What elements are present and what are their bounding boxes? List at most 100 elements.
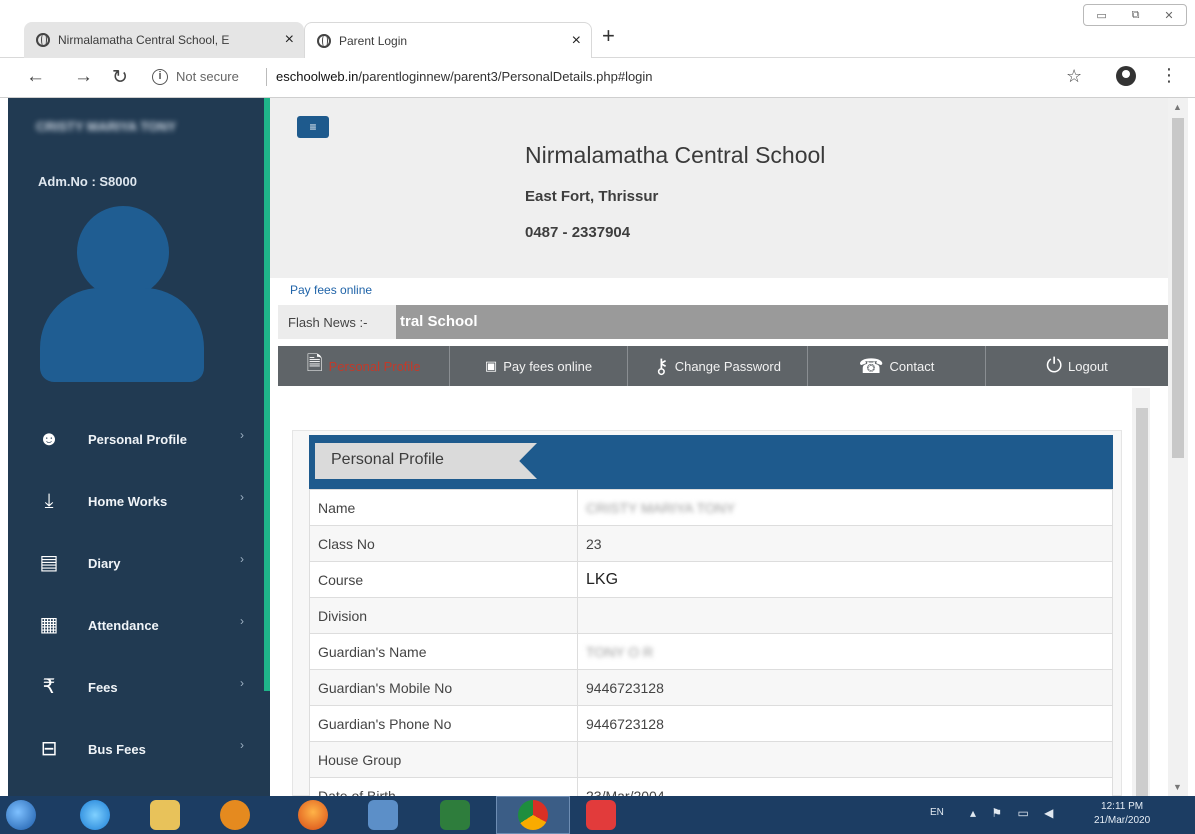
inner-scrollbar[interactable]	[1132, 388, 1150, 796]
inner-scrollbar-thumb[interactable]	[1136, 408, 1148, 796]
school-address: East Fort, Thrissur	[525, 188, 659, 205]
url-path: /parentloginnew/parent3/PersonalDetails.…	[358, 69, 653, 84]
internet-explorer-icon[interactable]	[80, 800, 110, 830]
address-bar: ← → ↻ i Not secure eschoolweb.in/parentl…	[0, 58, 1195, 98]
clock-date: 21/Mar/2020	[1094, 815, 1151, 826]
nav-label: Logout	[1068, 358, 1108, 374]
url-separator	[266, 68, 267, 86]
forward-arrow-icon[interactable]: →	[74, 66, 93, 88]
back-arrow-icon[interactable]: ←	[26, 66, 45, 88]
media-player-icon[interactable]	[220, 800, 250, 830]
top-navbar: 🗎 Personal Profile ▣ Pay fees online ⚷ C…	[278, 346, 1168, 386]
windows-taskbar: EN ▴ ⚑ ▭ ◀ 12:11 PM 21/Mar/2020	[0, 796, 1195, 834]
menu-toggle-button[interactable]: ≡	[297, 116, 329, 138]
page-scrollbar-thumb[interactable]	[1172, 118, 1184, 458]
rupee-icon: ₹	[42, 676, 56, 698]
pay-fees-online-link[interactable]: Pay fees online	[290, 283, 372, 297]
system-tray: EN ▴ ⚑ ▭ ◀	[920, 796, 1195, 834]
bookmark-star-icon[interactable]: ☆	[1066, 66, 1082, 87]
screen: Nirmalamatha Central School, E × Parent …	[0, 0, 1195, 834]
table-row: Guardian's Mobile No 9446723128	[309, 669, 1113, 706]
page-scrollbar[interactable]: ▲ ▼	[1168, 98, 1188, 796]
field-value: TONY O R	[577, 633, 1113, 670]
taskbar-clock[interactable]: 12:11 PM 21/Mar/2020	[1094, 800, 1150, 828]
field-label: Division	[309, 597, 578, 634]
sidebar-item-bus-fees[interactable]: ⊟ Bus Fees ›	[8, 726, 264, 782]
tab-school-site[interactable]: Nirmalamatha Central School, E ×	[24, 22, 304, 58]
start-icon[interactable]	[6, 800, 36, 830]
sidebar-item-diary[interactable]: ▤ Diary ›	[8, 540, 264, 596]
table-row: Guardian's Name TONY O R	[309, 633, 1113, 670]
nav-pay-fees-online[interactable]: ▣ Pay fees online	[450, 346, 628, 386]
avatar-body	[40, 288, 204, 382]
sidebar-item-personal-profile[interactable]: ☻ Personal Profile ›	[8, 416, 264, 472]
kebab-menu-icon[interactable]: ⋮	[1160, 65, 1178, 86]
nav-personal-profile[interactable]: 🗎 Personal Profile	[278, 346, 450, 386]
field-label: Course	[309, 561, 578, 598]
url-field[interactable]: eschoolweb.in/parentloginnew/parent3/Per…	[276, 69, 653, 84]
flash-news-label: Flash News :-	[278, 305, 396, 339]
nav-contact[interactable]: ☎ Contact	[808, 346, 986, 386]
field-value-text: LKG	[586, 570, 619, 588]
table-row: Course LKG	[309, 561, 1113, 598]
bus-icon: ⊟	[40, 738, 58, 760]
profile-table: Name CRISTY MARIYA TONY Class No 23 Course LK…	[309, 489, 1113, 814]
key-icon: ⚷	[654, 355, 669, 378]
nav-logout[interactable]: ⏻ Logout	[986, 346, 1168, 386]
info-icon[interactable]: i	[152, 69, 168, 85]
field-label: Guardian's Phone No	[309, 705, 578, 742]
maximize-button[interactable]: ⧉	[1132, 9, 1140, 22]
tab-title: Nirmalamatha Central School, E	[58, 33, 230, 47]
school-name: Nirmalamatha Central School	[525, 142, 826, 168]
minimize-button[interactable]: ▭	[1096, 9, 1106, 22]
scroll-down-icon[interactable]: ▼	[1173, 782, 1182, 792]
nav-change-password[interactable]: ⚷ Change Password	[628, 346, 808, 386]
main-content: ≡ Nirmalamatha Central School East Fort,…	[270, 98, 1168, 814]
anydesk-icon[interactable]	[586, 800, 616, 830]
phone-icon: ☎	[858, 355, 884, 378]
tab-parent-login[interactable]: Parent Login ×	[304, 22, 592, 58]
avatar-head	[77, 206, 169, 298]
file-explorer-icon[interactable]	[150, 800, 180, 830]
sidebar-item-label: Home Works	[88, 494, 168, 509]
sidebar-item-label: Personal Profile	[88, 432, 187, 447]
field-value: LKG	[577, 561, 1113, 598]
calendar-icon: ▦	[39, 614, 59, 636]
tab-title: Parent Login	[339, 33, 408, 48]
close-tab-icon[interactable]: ×	[285, 31, 294, 49]
close-window-button[interactable]: ✕	[1164, 9, 1173, 22]
sidebar-item-label: Diary	[88, 556, 121, 571]
table-row: Class No 23	[309, 525, 1113, 562]
sidebar-item-attendance[interactable]: ▦ Attendance ›	[8, 602, 264, 658]
table-row: House Group	[309, 741, 1113, 778]
field-value: 9446723128	[577, 669, 1113, 706]
scroll-up-icon[interactable]: ▲	[1173, 102, 1182, 112]
sidebar-item-label: Bus Fees	[88, 742, 146, 757]
field-value	[577, 741, 1113, 778]
notes-icon[interactable]	[368, 800, 398, 830]
personal-profile-card: Personal Profile Name CRISTY MARIYA TONY C…	[292, 430, 1122, 814]
sidebar-item-home-works[interactable]: ⤓ Home Works ›	[8, 478, 264, 534]
sidebar-item-fees[interactable]: ₹ Fees ›	[8, 664, 264, 720]
flash-news-bar: Flash News :- tral School	[278, 305, 1168, 339]
firefox-icon[interactable]	[298, 800, 328, 830]
admission-number: Adm.No : S8000	[38, 174, 137, 189]
field-value-text: TONY O R	[586, 643, 654, 660]
student-name: CRISTY MARIYA TONY	[36, 119, 177, 134]
field-label: Class No	[309, 525, 578, 562]
card-icon: ▣	[484, 358, 498, 373]
table-row: Name CRISTY MARIYA TONY	[309, 489, 1113, 526]
globe-icon	[317, 34, 331, 48]
excel-icon[interactable]	[440, 800, 470, 830]
profile-title-band: Personal Profile	[309, 435, 1113, 489]
browser-tabstrip: Nirmalamatha Central School, E × Parent …	[0, 0, 1195, 58]
reload-icon[interactable]: ↻	[112, 66, 128, 89]
close-tab-icon[interactable]: ×	[572, 32, 581, 50]
field-value-text: CRISTY MARIYA TONY	[586, 499, 736, 516]
chrome-icon[interactable]	[518, 800, 548, 830]
language-indicator[interactable]: EN	[930, 807, 944, 818]
new-tab-button[interactable]: +	[602, 23, 615, 49]
tray-icons[interactable]: ▴ ⚑ ▭ ◀	[970, 806, 1059, 820]
field-value: CRISTY MARIYA TONY	[577, 489, 1113, 526]
account-icon[interactable]	[1116, 66, 1136, 86]
